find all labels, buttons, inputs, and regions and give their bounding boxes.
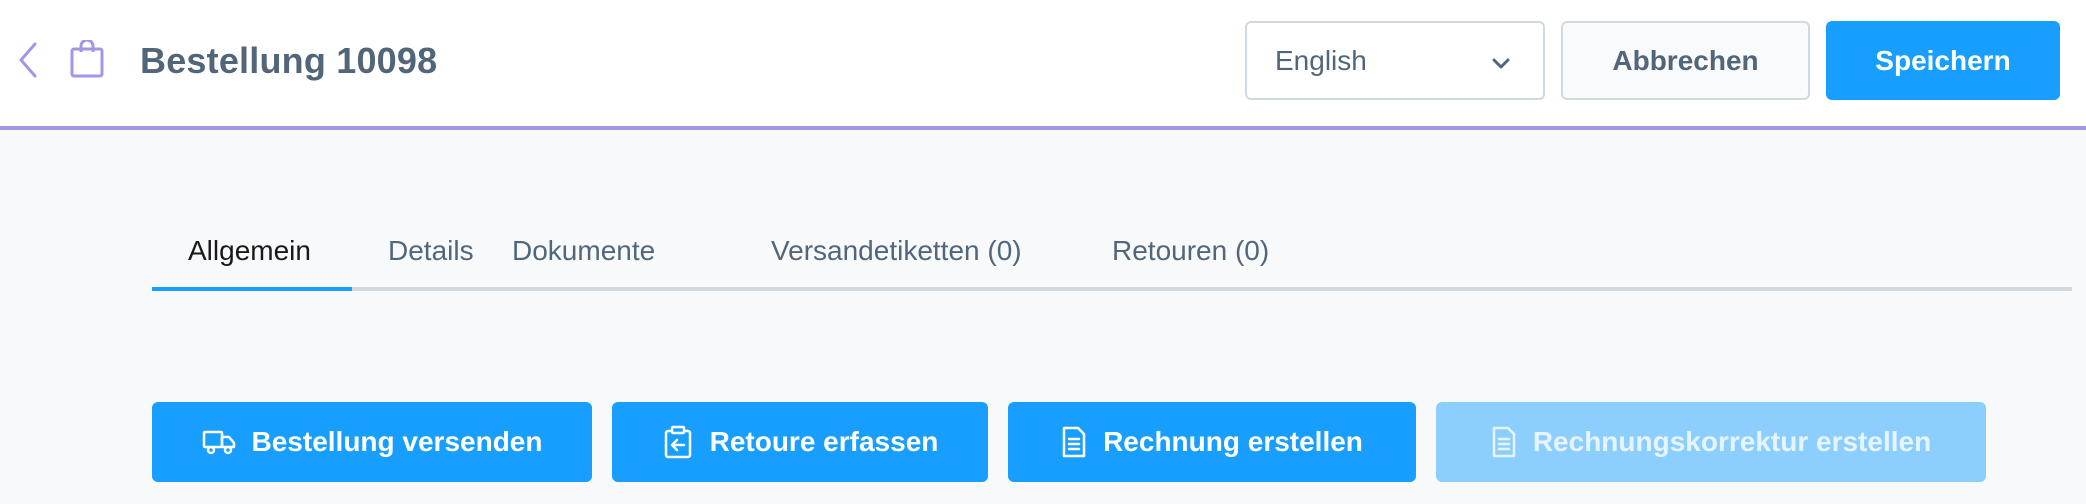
cancel-button[interactable]: Abbrechen: [1561, 21, 1810, 100]
language-select-value: English: [1275, 44, 1367, 76]
tab-retouren[interactable]: Retouren (0): [1112, 215, 1269, 291]
shopping-bag-icon: [70, 40, 104, 78]
chevron-left-icon: [19, 42, 37, 78]
create-invoice-label: Rechnung erstellen: [1103, 426, 1363, 457]
top-bar: Bestellung 10098 English Abbrechen Speic…: [0, 0, 2086, 130]
create-invoice-button[interactable]: Rechnung erstellen: [1008, 402, 1416, 482]
ship-order-button[interactable]: Bestellung versenden: [152, 402, 592, 482]
document-icon: [1062, 426, 1086, 458]
create-invoice-correction-button[interactable]: Rechnungskorrektur erstellen: [1436, 402, 1986, 482]
return-icon: [664, 425, 691, 459]
page-title: Bestellung 10098: [140, 40, 438, 81]
tab-versandetiketten[interactable]: Versandetiketten (0): [771, 215, 1022, 291]
language-select[interactable]: English: [1245, 21, 1545, 100]
create-return-button[interactable]: Retoure erfassen: [612, 402, 988, 482]
tab-details[interactable]: Details: [388, 215, 474, 291]
tab-dokumente[interactable]: Dokumente: [512, 215, 655, 291]
truck-icon: [202, 430, 235, 455]
document-icon: [1492, 426, 1516, 458]
active-tab-indicator: [152, 287, 352, 291]
create-invoice-correction-label: Rechnungskorrektur erstellen: [1532, 426, 1932, 457]
ship-order-label: Bestellung versenden: [251, 426, 543, 457]
create-return-label: Retoure erfassen: [709, 426, 939, 457]
tab-allgemein[interactable]: Allgemein: [188, 215, 311, 291]
chevron-down-icon: [1492, 58, 1510, 69]
save-button[interactable]: Speichern: [1826, 21, 2060, 100]
tab-bar: Allgemein Details Dokumente Versandetike…: [152, 215, 2072, 291]
back-button[interactable]: [14, 38, 42, 82]
